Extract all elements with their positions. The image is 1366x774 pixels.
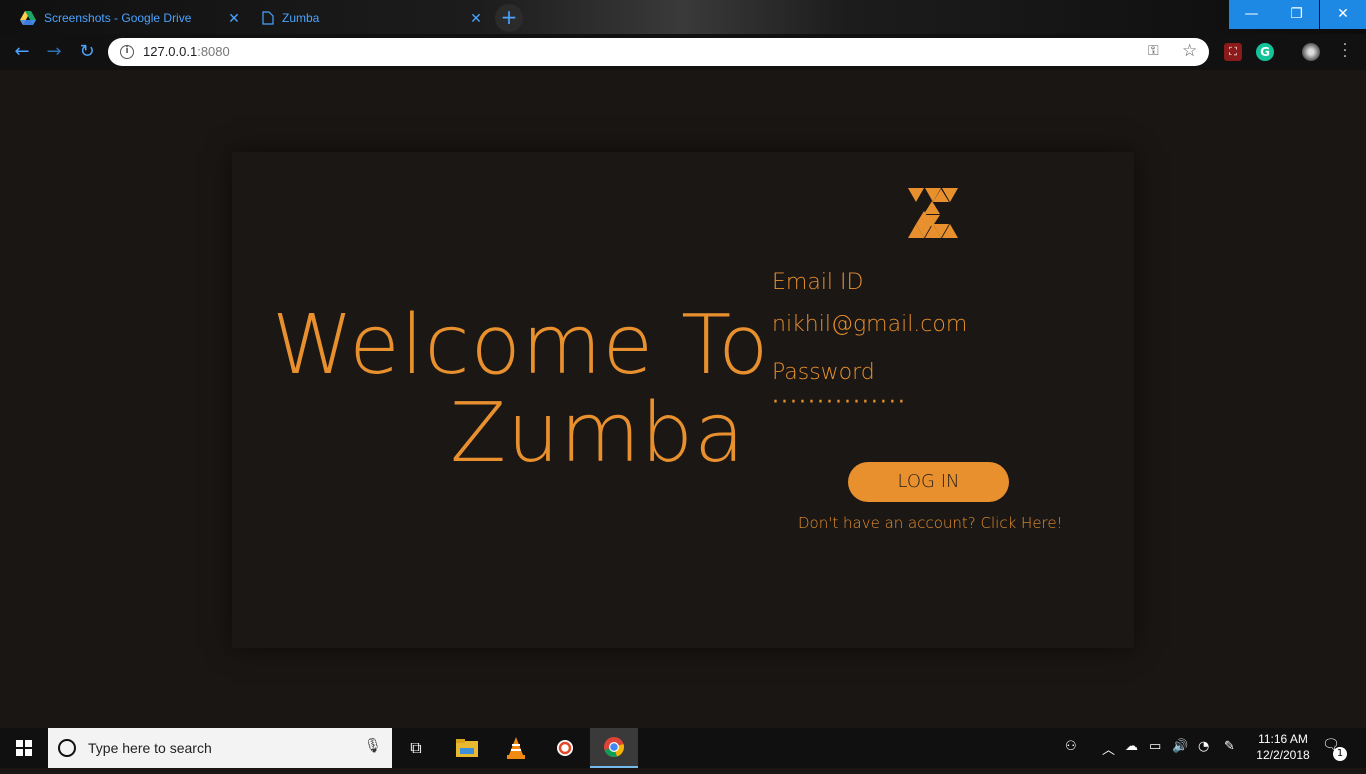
- app-icon[interactable]: [541, 728, 589, 768]
- forward-arrow-icon[interactable]: →: [43, 41, 65, 63]
- notification-badge: 1: [1333, 747, 1347, 761]
- clock-date: 12/2/2018: [1256, 748, 1310, 762]
- cortana-icon[interactable]: [58, 739, 76, 757]
- people-icon[interactable]: ⚇: [1065, 739, 1077, 754]
- tab-title: Zumba: [282, 11, 320, 25]
- file-explorer-icon[interactable]: [443, 728, 491, 768]
- address-bar[interactable]: i 127.0.0.1:8080 ⚿ ☆: [108, 38, 1209, 66]
- key-icon[interactable]: ⚿: [1148, 43, 1159, 59]
- url-host: 127.0.0.1: [143, 44, 198, 59]
- url-text[interactable]: 127.0.0.1:8080: [143, 44, 230, 59]
- profile-avatar[interactable]: [1302, 43, 1320, 61]
- windows-taskbar: Type here to search 🎙 ⧉ ⚇ ︿ ☁ ▭ 🔊 ◔ ✎ 11…: [0, 728, 1366, 768]
- chevron-up-icon[interactable]: ︿: [1102, 739, 1115, 758]
- password-field[interactable]: ···············: [772, 390, 907, 415]
- zumba-logo-icon: [908, 188, 958, 238]
- page-content: Welcome To Zumba Email ID nikhil@gmail.c…: [0, 70, 1366, 728]
- bookmark-star-icon[interactable]: ☆: [1182, 41, 1197, 61]
- signup-link[interactable]: Don't have an account? Click Here!: [798, 514, 1063, 532]
- login-card: Welcome To Zumba Email ID nikhil@gmail.c…: [232, 152, 1134, 648]
- reload-icon[interactable]: ↻: [76, 41, 98, 63]
- chrome-icon[interactable]: [590, 728, 638, 768]
- document-icon: [262, 11, 274, 25]
- new-tab-button[interactable]: +: [495, 4, 523, 32]
- google-drive-icon: [20, 11, 36, 25]
- search-placeholder: Type here to search: [88, 740, 212, 756]
- welcome-heading: Welcome To Zumba: [272, 298, 770, 481]
- wifi-icon[interactable]: ◔: [1198, 739, 1209, 754]
- tab-google-drive[interactable]: Screenshots - Google Drive ✕: [10, 2, 252, 34]
- microphone-icon[interactable]: 🎙: [364, 738, 382, 754]
- battery-icon[interactable]: ▭: [1149, 739, 1161, 754]
- tab-title: Screenshots - Google Drive: [44, 11, 192, 25]
- close-icon[interactable]: ✕: [468, 10, 484, 26]
- login-button[interactable]: LOG IN: [848, 462, 1009, 502]
- url-port: :8080: [197, 44, 230, 59]
- vlc-icon[interactable]: [492, 728, 540, 768]
- system-clock[interactable]: 11:16 AM 12/2/2018: [1252, 731, 1314, 763]
- volume-icon[interactable]: 🔊: [1172, 739, 1188, 754]
- back-arrow-icon[interactable]: ←: [11, 41, 33, 63]
- close-window-button[interactable]: ✕: [1320, 0, 1366, 29]
- onedrive-icon[interactable]: ☁: [1125, 739, 1138, 754]
- password-label: Password: [772, 360, 875, 385]
- email-field[interactable]: nikhil@gmail.com: [772, 312, 967, 337]
- welcome-line-1: Welcome To: [272, 298, 770, 393]
- restore-button[interactable]: ❐: [1274, 0, 1319, 29]
- info-icon[interactable]: i: [120, 45, 134, 59]
- pdf-extension-icon[interactable]: ⛶: [1224, 43, 1242, 61]
- taskbar-search-input[interactable]: Type here to search 🎙: [48, 728, 392, 768]
- pen-icon[interactable]: ✎: [1224, 739, 1235, 754]
- welcome-line-2: Zumba: [450, 386, 746, 481]
- minimize-button[interactable]: —: [1229, 0, 1274, 29]
- task-view-icon[interactable]: ⧉: [392, 728, 440, 768]
- tab-zumba[interactable]: Zumba ✕: [252, 2, 494, 34]
- grammarly-icon[interactable]: G: [1256, 43, 1274, 61]
- clock-time: 11:16 AM: [1258, 732, 1308, 746]
- tab-strip: Screenshots - Google Drive ✕ Zumba ✕ + —…: [0, 0, 1366, 34]
- menu-dots-icon[interactable]: · · ·: [1340, 38, 1350, 64]
- email-label: Email ID: [772, 270, 864, 295]
- close-icon[interactable]: ✕: [226, 10, 242, 26]
- windows-start-icon[interactable]: [0, 728, 48, 768]
